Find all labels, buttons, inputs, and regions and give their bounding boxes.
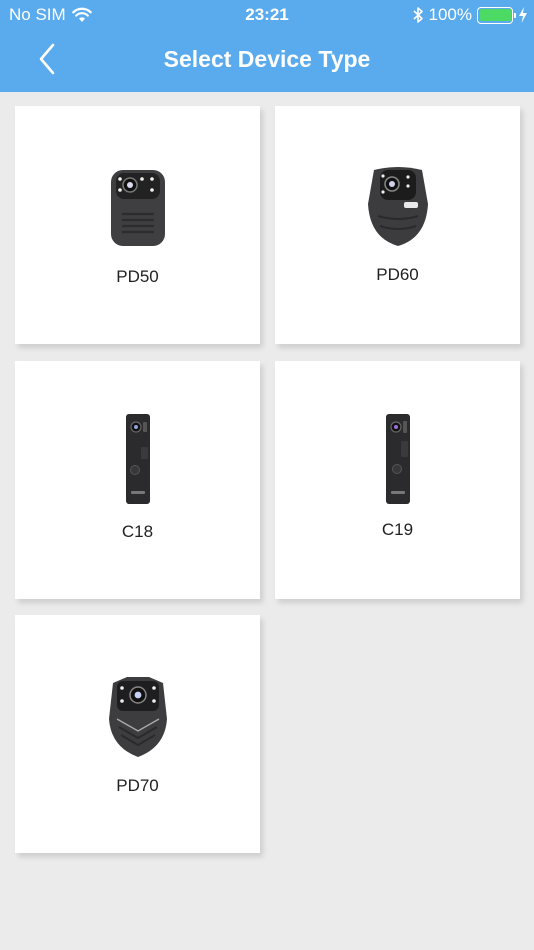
battery-icon xyxy=(477,6,516,24)
header: No SIM 23:21 100% Select Device Type xyxy=(0,0,534,92)
device-label: PD60 xyxy=(376,265,419,284)
device-label: C18 xyxy=(121,522,154,541)
pen-camera-c19-image xyxy=(385,414,410,504)
nav-bar: Select Device Type xyxy=(0,30,534,92)
page-title: Select Device Type xyxy=(163,46,371,72)
device-label: PD50 xyxy=(116,267,159,286)
device-card-pd50[interactable]: PD50 xyxy=(15,106,260,344)
device-label: PD70 xyxy=(116,776,159,795)
device-card-pd60[interactable]: PD60 xyxy=(275,106,520,344)
device-label: C19 xyxy=(381,520,414,539)
battery-percent: 100% xyxy=(428,5,472,24)
device-card-c19[interactable]: C19 xyxy=(275,361,520,599)
status-bar: No SIM 23:21 100% xyxy=(0,0,534,30)
device-card-c18[interactable]: C18 xyxy=(15,361,260,599)
body-camera-pd50-image xyxy=(110,170,165,246)
status-right: 100% xyxy=(412,5,528,25)
bluetooth-icon xyxy=(412,7,423,23)
charging-bolt-icon xyxy=(519,7,527,23)
body-camera-pd60-image xyxy=(367,167,428,246)
pen-camera-c18-image xyxy=(125,414,150,504)
battery-level xyxy=(479,9,511,21)
device-card-pd70[interactable]: PD70 xyxy=(15,615,260,853)
body-camera-pd70-image xyxy=(108,677,167,757)
